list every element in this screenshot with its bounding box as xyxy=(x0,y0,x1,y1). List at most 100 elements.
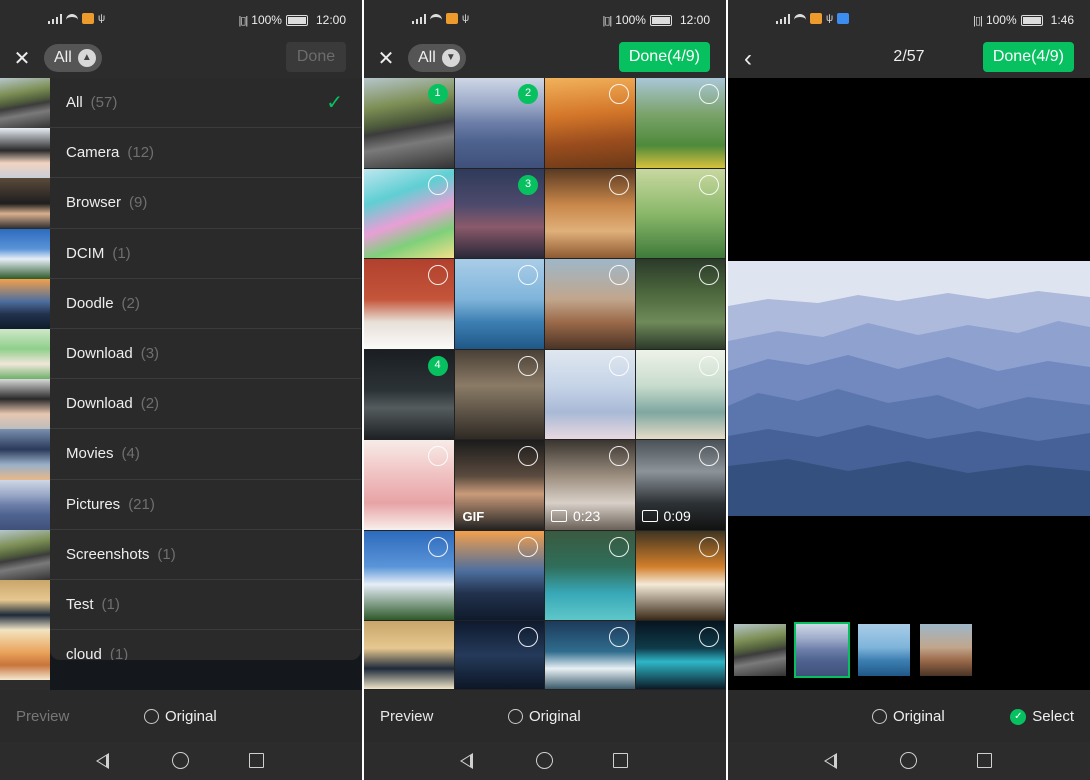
select-circle[interactable] xyxy=(699,84,719,104)
photo-cell[interactable]: 1 xyxy=(364,78,454,168)
photo-cell[interactable] xyxy=(545,349,635,439)
select-circle[interactable] xyxy=(427,446,448,466)
preview-button[interactable]: Preview xyxy=(380,708,433,725)
album-count: (21) xyxy=(128,495,155,513)
album-count: (1) xyxy=(101,595,120,613)
photo-cell[interactable] xyxy=(364,168,454,258)
photo-cell[interactable] xyxy=(545,259,635,349)
photo-cell[interactable] xyxy=(635,78,725,168)
album-item-all[interactable]: All (57) ✓ xyxy=(50,78,361,129)
select-circle[interactable] xyxy=(518,265,538,285)
photo-cell[interactable] xyxy=(364,530,454,620)
back-triangle-icon[interactable] xyxy=(824,753,837,769)
select-circle[interactable] xyxy=(427,174,448,195)
selection-badge[interactable]: 1 xyxy=(427,84,448,104)
select-circle[interactable] xyxy=(518,536,538,557)
photo-cell[interactable] xyxy=(545,621,635,689)
select-circle[interactable] xyxy=(608,174,629,195)
photo-cell[interactable] xyxy=(545,78,635,168)
gif-cell[interactable]: GIF xyxy=(454,440,544,530)
photo-cell[interactable] xyxy=(454,349,544,439)
selection-badge[interactable]: 2 xyxy=(518,84,538,104)
done-button[interactable]: Done(4/9) xyxy=(618,42,710,72)
filmstrip-thumb[interactable] xyxy=(920,624,972,676)
photo-cell[interactable] xyxy=(635,530,725,620)
select-circle[interactable] xyxy=(699,355,719,376)
select-circle[interactable] xyxy=(608,446,629,466)
select-circle[interactable] xyxy=(699,265,719,285)
close-icon[interactable]: ✕ xyxy=(372,45,400,73)
original-toggle[interactable]: Original xyxy=(508,708,581,725)
album-item-browser[interactable]: Browser (9) xyxy=(50,178,361,229)
back-triangle-icon[interactable] xyxy=(96,753,109,769)
photo-cell[interactable]: 3 xyxy=(454,168,544,258)
filmstrip-thumb[interactable] xyxy=(734,624,786,676)
home-circle-icon[interactable] xyxy=(900,752,917,769)
original-toggle[interactable]: Original xyxy=(872,708,945,725)
photo-cell[interactable] xyxy=(364,259,454,349)
video-duration-text: 0:23 xyxy=(573,507,601,524)
select-circle[interactable] xyxy=(608,355,629,376)
home-circle-icon[interactable] xyxy=(172,752,189,769)
photo-cell[interactable] xyxy=(635,259,725,349)
album-item-pictures[interactable]: Pictures (21) xyxy=(50,480,361,530)
photo-cell[interactable]: 2 xyxy=(454,78,544,168)
select-toggle[interactable]: ✓ Select xyxy=(1010,708,1074,725)
photo-cell[interactable] xyxy=(454,259,544,349)
album-item-camera[interactable]: Camera (12) xyxy=(50,128,361,179)
recents-square-icon[interactable] xyxy=(613,753,628,768)
album-name: Movies xyxy=(66,445,114,463)
done-button[interactable]: Done xyxy=(286,42,346,72)
album-item-dcim[interactable]: DCIM (1) xyxy=(50,229,361,279)
photo-cell[interactable] xyxy=(454,621,544,689)
album-item-screenshots[interactable]: Screenshots (1) xyxy=(50,530,361,580)
select-circle[interactable] xyxy=(608,265,629,285)
photo-cell[interactable] xyxy=(545,530,635,620)
select-circle[interactable] xyxy=(518,446,538,466)
album-item-doodle[interactable]: Doodle (2) xyxy=(50,279,361,329)
done-button[interactable]: Done(4/9) xyxy=(982,42,1074,72)
preview-button[interactable]: Preview xyxy=(16,708,69,725)
recents-square-icon[interactable] xyxy=(977,753,992,768)
selection-badge[interactable]: 4 xyxy=(427,355,448,376)
select-circle[interactable] xyxy=(699,536,719,557)
video-cell[interactable]: 0:09 xyxy=(635,440,725,530)
close-icon[interactable]: ✕ xyxy=(8,45,36,73)
bottom-bar: Preview Original xyxy=(364,690,726,742)
album-item-test[interactable]: Test (1) xyxy=(50,580,361,631)
filmstrip-thumb-current[interactable] xyxy=(794,622,850,678)
image-viewer[interactable] xyxy=(728,78,1090,690)
album-item-download-2[interactable]: Download (2) xyxy=(50,379,361,430)
album-item-movies[interactable]: Movies (4) xyxy=(50,429,361,480)
select-circle[interactable] xyxy=(608,84,629,104)
back-triangle-icon[interactable] xyxy=(460,753,473,769)
album-item-cloud[interactable]: cloud (1) xyxy=(50,630,361,660)
select-circle[interactable] xyxy=(699,627,719,647)
top-bar: ✕ All ▲ Done xyxy=(0,40,362,78)
album-item-download[interactable]: Download (3) xyxy=(50,329,361,380)
filmstrip-thumb[interactable] xyxy=(858,624,910,676)
select-circle[interactable] xyxy=(518,355,538,376)
home-circle-icon[interactable] xyxy=(536,752,553,769)
photo-cell[interactable] xyxy=(364,440,454,530)
photo-cell[interactable]: 4 xyxy=(364,349,454,439)
select-circle[interactable] xyxy=(427,536,448,557)
album-selector[interactable]: All ▲ xyxy=(44,44,102,72)
recents-square-icon[interactable] xyxy=(249,753,264,768)
select-circle[interactable] xyxy=(518,627,538,647)
video-cell[interactable]: 0:23 xyxy=(545,440,635,530)
select-circle[interactable] xyxy=(608,627,629,647)
photo-cell[interactable] xyxy=(635,168,725,258)
photo-cell[interactable] xyxy=(635,621,725,689)
select-circle[interactable] xyxy=(427,265,448,285)
selection-badge[interactable]: 3 xyxy=(518,174,538,195)
original-toggle[interactable]: Original xyxy=(144,708,217,725)
album-selector[interactable]: All ▼ xyxy=(408,44,466,72)
select-circle[interactable] xyxy=(608,536,629,557)
photo-cell[interactable] xyxy=(454,530,544,620)
photo-cell[interactable] xyxy=(364,621,454,689)
select-circle[interactable] xyxy=(699,174,719,195)
photo-cell[interactable] xyxy=(635,349,725,439)
photo-cell[interactable] xyxy=(545,168,635,258)
select-circle[interactable] xyxy=(699,446,719,466)
